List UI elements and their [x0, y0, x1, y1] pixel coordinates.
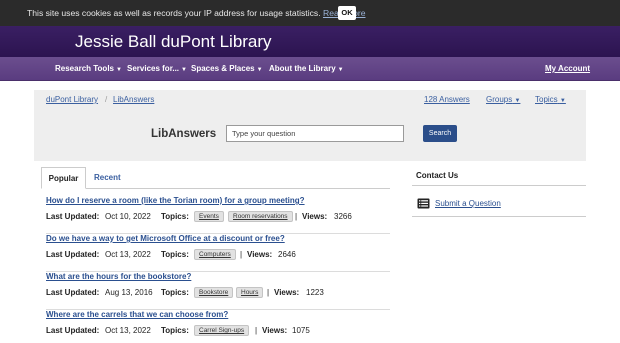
- nav-my-account[interactable]: My Account: [545, 64, 590, 73]
- site-title[interactable]: Jessie Ball duPont Library: [75, 32, 272, 52]
- caret-down-icon: ▼: [181, 67, 187, 73]
- contact-us-heading: Contact Us: [412, 167, 586, 186]
- last-updated-date: Oct 13, 2022: [105, 326, 151, 335]
- libanswers-heading: LibAnswers: [151, 128, 217, 140]
- last-updated-date: Oct 10, 2022: [105, 212, 151, 221]
- faq-question-link[interactable]: Do we have a way to get Microsoft Office…: [46, 234, 285, 243]
- faq-item: Do we have a way to get Microsoft Office…: [46, 234, 390, 272]
- cookie-banner: This site uses cookies as well as record…: [0, 0, 620, 26]
- faq-item: How do I reserve a room (like the Torian…: [46, 196, 390, 234]
- cookie-ok-button[interactable]: OK: [338, 6, 356, 20]
- faq-question-link[interactable]: How do I reserve a room (like the Torian…: [46, 196, 305, 205]
- nav-services-for[interactable]: Services for... ▼: [127, 64, 187, 73]
- faq-item: Where are the carrels that we can choose…: [46, 310, 390, 343]
- views-label: Views:: [247, 250, 273, 259]
- last-updated-label: Last Updated:: [46, 288, 100, 297]
- views-count: 3266: [334, 212, 352, 221]
- topic-tag[interactable]: Room reservations: [228, 211, 293, 222]
- caret-down-icon: ▼: [115, 67, 122, 73]
- topic-tag[interactable]: Bookstore: [194, 287, 234, 298]
- caret-down-icon: ▼: [256, 67, 263, 73]
- faq-item: What are the hours for the bookstore? La…: [46, 272, 390, 310]
- breadcrumb-separator: /: [105, 95, 108, 104]
- topic-tag[interactable]: Computers: [194, 249, 236, 260]
- views-label: Views:: [274, 288, 300, 297]
- last-updated-label: Last Updated:: [46, 212, 100, 221]
- caret-down-icon: ▼: [337, 67, 344, 73]
- nav-label: Services for...: [127, 64, 180, 73]
- views-count: 1075: [292, 326, 310, 335]
- nav-label: Spaces & Places: [191, 64, 255, 73]
- meta-separator: |: [240, 250, 243, 259]
- site-banner: Jessie Ball duPont Library: [0, 26, 620, 57]
- faq-tabs: Popular Recent: [41, 167, 390, 189]
- main-navbar: Research Tools ▼ Services for... ▼ Spaces …: [0, 57, 620, 81]
- caret-down-icon: ▼: [514, 98, 521, 104]
- search-button[interactable]: Search: [423, 125, 457, 142]
- last-updated-label: Last Updated:: [46, 250, 100, 259]
- search-panel: duPont Library / LibAnswers 128 Answers …: [34, 90, 586, 161]
- topics-dropdown[interactable]: Topics ▼: [535, 95, 566, 104]
- nav-spaces-places[interactable]: Spaces & Places ▼: [191, 64, 263, 73]
- nav-research-tools[interactable]: Research Tools ▼: [55, 64, 122, 73]
- breadcrumb-libanswers[interactable]: LibAnswers: [113, 95, 154, 104]
- topics-label: Topics:: [161, 250, 189, 259]
- topic-tag[interactable]: Hours: [236, 287, 264, 298]
- submit-question-link[interactable]: Submit a Question: [435, 199, 501, 208]
- form-icon: [417, 198, 430, 209]
- cookie-message: This site uses cookies as well as record…: [27, 8, 321, 18]
- answers-count-link[interactable]: 128 Answers: [424, 95, 470, 104]
- meta-separator: |: [267, 288, 270, 297]
- topics-label: Topics:: [161, 288, 189, 297]
- last-updated-date: Aug 13, 2016: [105, 288, 153, 297]
- faq-question-link[interactable]: Where are the carrels that we can choose…: [46, 310, 228, 319]
- views-label: Views:: [302, 212, 328, 221]
- breadcrumb-dupont-library[interactable]: duPont Library: [46, 95, 98, 104]
- last-updated-date: Oct 13, 2022: [105, 250, 151, 259]
- groups-dropdown[interactable]: Groups ▼: [486, 95, 520, 104]
- divider: [412, 216, 586, 217]
- meta-separator: |: [255, 326, 258, 335]
- tab-popular[interactable]: Popular: [41, 167, 86, 189]
- cookie-text: This site uses cookies as well as record…: [27, 8, 366, 18]
- topic-tag[interactable]: Events: [194, 211, 224, 222]
- topics-label: Topics: [535, 95, 558, 104]
- views-label: Views:: [262, 326, 288, 335]
- caret-down-icon: ▼: [559, 98, 566, 104]
- topics-label: Topics:: [161, 326, 189, 335]
- tab-recent[interactable]: Recent: [94, 167, 121, 189]
- faq-question-link[interactable]: What are the hours for the bookstore?: [46, 272, 191, 281]
- nav-label: About the Library: [269, 64, 336, 73]
- topic-tag[interactable]: Carrel Sign-ups: [194, 325, 250, 336]
- views-count: 1223: [306, 288, 324, 297]
- nav-label: Research Tools: [55, 64, 114, 73]
- last-updated-label: Last Updated:: [46, 326, 100, 335]
- meta-separator: |: [295, 212, 298, 221]
- views-count: 2646: [278, 250, 296, 259]
- nav-about-library[interactable]: About the Library ▼: [269, 64, 344, 73]
- groups-label: Groups: [486, 95, 513, 104]
- question-search-input[interactable]: [226, 125, 404, 142]
- topics-label: Topics:: [161, 212, 189, 221]
